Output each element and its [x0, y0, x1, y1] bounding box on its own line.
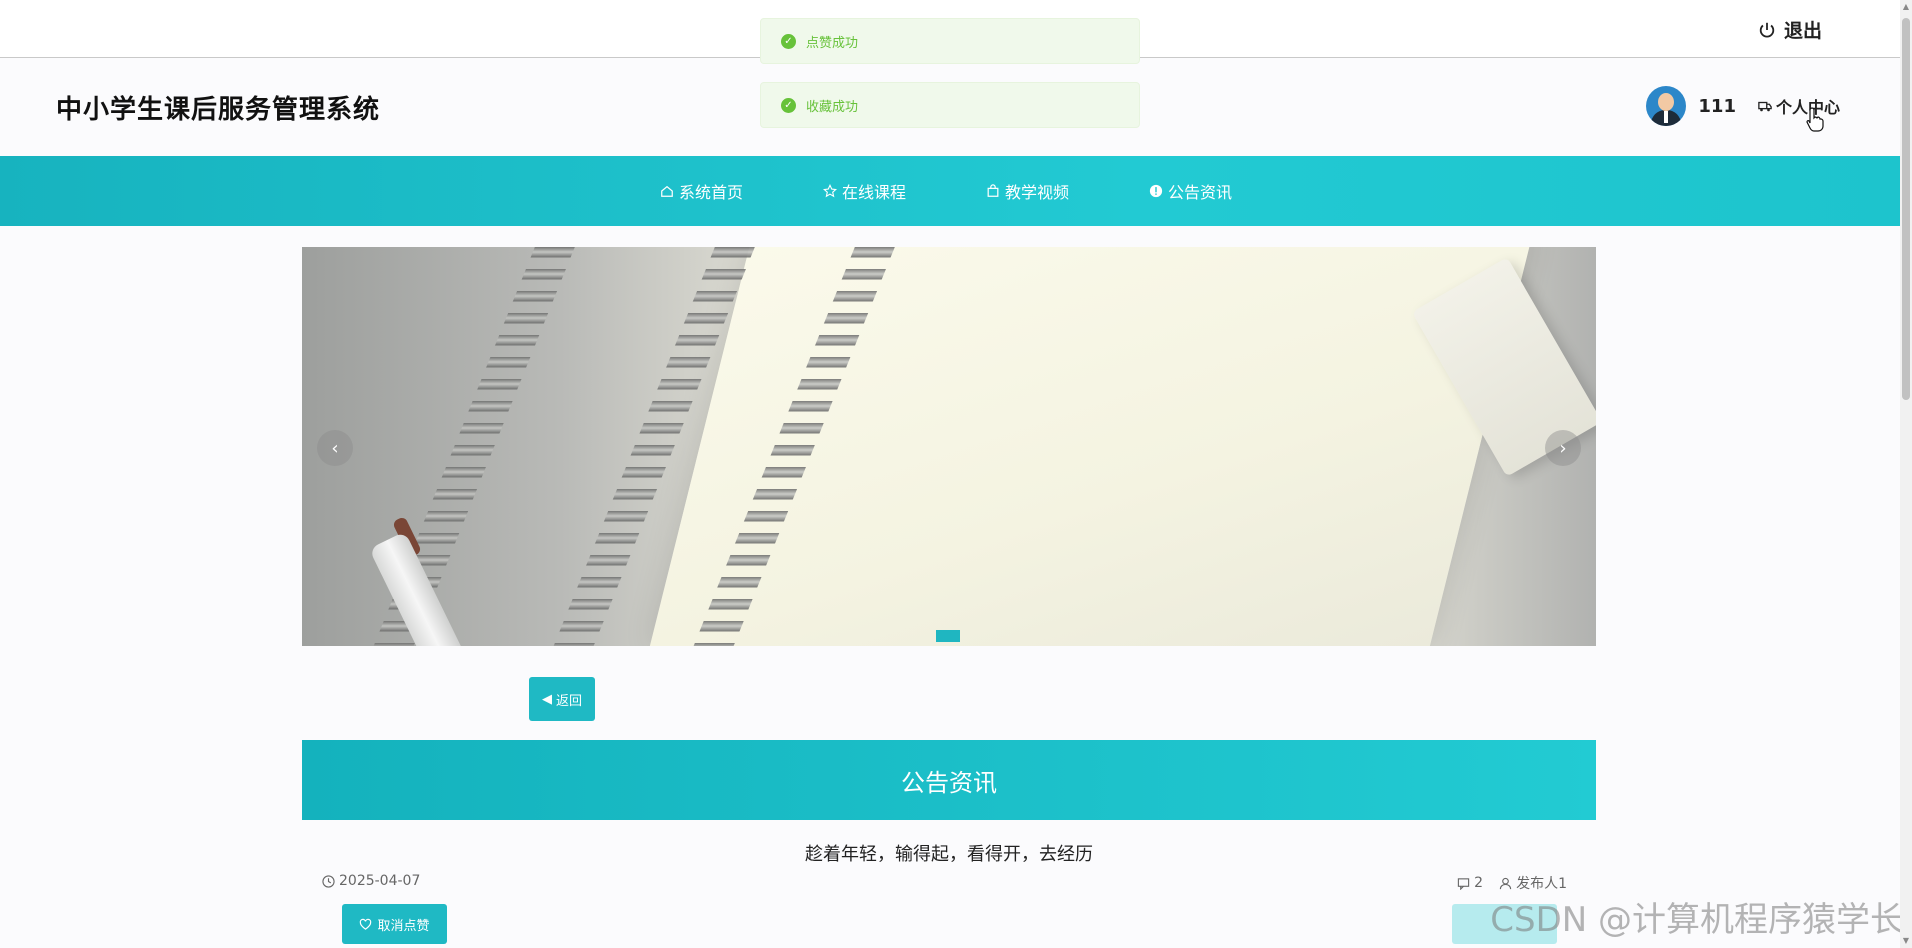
- publisher-value: 发布人1: [1516, 876, 1567, 892]
- scroll-down-icon[interactable]: ▼: [1902, 936, 1910, 946]
- toast-like-success: ✓ 点赞成功: [760, 18, 1140, 64]
- comment-icon: [1457, 877, 1470, 890]
- power-icon: [1759, 22, 1775, 37]
- comment-count-value: 2: [1474, 875, 1484, 891]
- home-icon: [661, 185, 673, 197]
- page: 退出 中小学生课后服务管理系统 111 个人中心 ✓ 点赞成功 ✓ 收藏成功 系…: [0, 0, 1912, 948]
- banner-carousel: ‹ ›: [302, 247, 1596, 646]
- logout-label: 退出: [1783, 20, 1822, 42]
- caret-left-icon: ◀: [541, 691, 552, 707]
- watermark: CSDN @计算机程序猿学长: [1490, 900, 1904, 940]
- nav-item-notices[interactable]: 公告资讯: [1149, 179, 1232, 203]
- clock-icon: [322, 874, 335, 888]
- nav-item-label: 教学视频: [1005, 183, 1070, 202]
- check-circle-icon: ✓: [781, 33, 796, 49]
- comment-count: 2: [1457, 875, 1483, 891]
- date-value: 2025-04-07: [339, 873, 421, 889]
- article-date: 2025-04-07: [322, 873, 420, 889]
- heart-icon: [360, 918, 372, 930]
- logout-button[interactable]: 退出: [1758, 16, 1822, 43]
- publisher: 发布人1: [1499, 873, 1567, 893]
- star-icon: [823, 184, 838, 198]
- article-title: 趁着年轻，输得起，看得开，去经历: [805, 844, 1093, 865]
- unlike-button[interactable]: 取消点赞: [342, 904, 447, 944]
- carousel-next-button[interactable]: ›: [1545, 430, 1581, 466]
- info-icon: [1149, 184, 1163, 198]
- toast-message: 收藏成功: [806, 99, 859, 115]
- carousel-prev-button[interactable]: ‹: [317, 430, 353, 466]
- carousel-indicators: [936, 630, 960, 642]
- avatar[interactable]: [1646, 86, 1687, 126]
- nav-item-label: 公告资讯: [1168, 183, 1233, 202]
- nav-item-videos[interactable]: 教学视频: [986, 179, 1069, 203]
- nav-item-home[interactable]: 系统首页: [660, 179, 743, 203]
- toast-message: 点赞成功: [806, 35, 859, 51]
- back-button[interactable]: ◀ 返回: [529, 677, 595, 721]
- unlike-label: 取消点赞: [377, 918, 430, 934]
- section-title: 公告资讯: [901, 768, 997, 797]
- scroll-up-icon[interactable]: ▲: [1902, 2, 1910, 12]
- user-icon: [1499, 877, 1512, 889]
- bag-icon: [987, 184, 999, 197]
- nav-item-courses[interactable]: 在线课程: [823, 179, 906, 203]
- scroll-thumb[interactable]: [1902, 18, 1910, 400]
- personal-center-link[interactable]: 个人中心: [1758, 94, 1840, 118]
- section-header: 公告资讯: [302, 740, 1596, 820]
- scrollbar[interactable]: ▲ ▼: [1900, 0, 1912, 948]
- site-title: 中小学生课后服务管理系统: [56, 95, 381, 125]
- check-circle-icon: ✓: [781, 97, 796, 113]
- hand-cursor-icon: [1806, 107, 1824, 132]
- carousel-indicator[interactable]: [936, 630, 960, 642]
- nav-item-label: 系统首页: [679, 183, 744, 202]
- nav-item-label: 在线课程: [842, 183, 907, 202]
- toast-favorite-success: ✓ 收藏成功: [760, 82, 1140, 128]
- back-label: 返回: [555, 693, 582, 709]
- truck-icon: [1758, 101, 1772, 112]
- article-meta: 2 发布人1: [1457, 873, 1567, 893]
- username: 111: [1698, 95, 1736, 117]
- main-nav: 系统首页 在线课程 教学视频 公告资讯: [0, 156, 1900, 226]
